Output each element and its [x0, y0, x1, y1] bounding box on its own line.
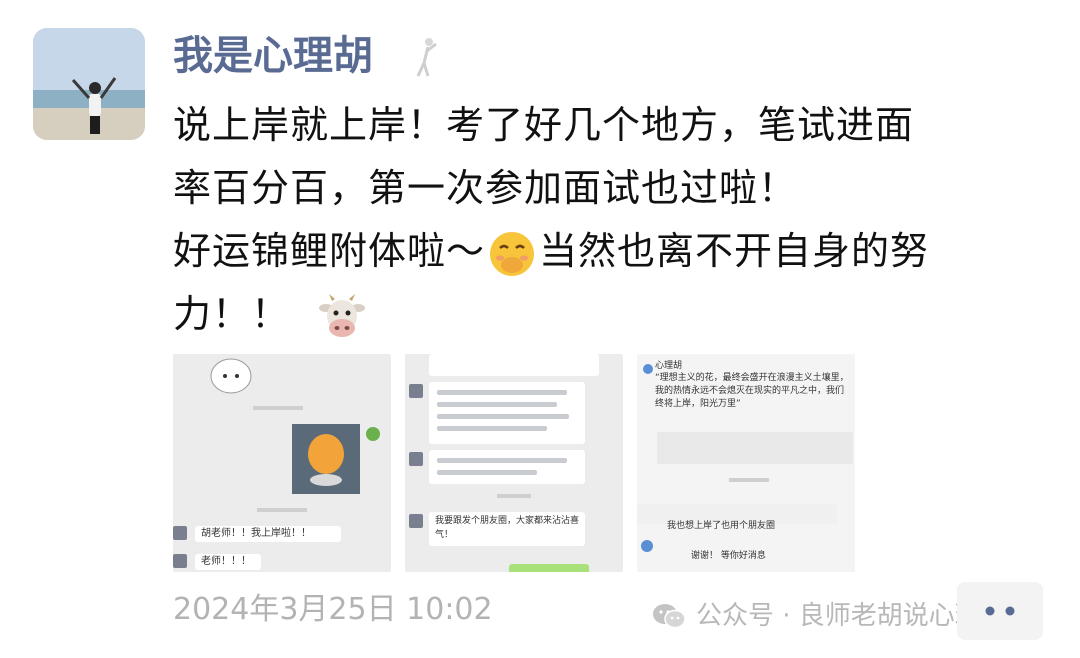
post-line-1: 说上岸就上岸！考了好几个地方，笔试进面	[173, 103, 915, 147]
watermark-text: 公众号 · 良师老胡说心理	[696, 601, 981, 631]
more-dots-icon	[985, 606, 1015, 616]
post-line-3a: 好运锦鲤附体啦～	[173, 229, 486, 273]
chat-sender: 心理胡	[655, 361, 683, 371]
photo-thumbnail-1[interactable]: 胡老师！！我上岸啦！！ 老师！！！	[173, 354, 391, 572]
post-line-4a: 力！！	[173, 292, 291, 336]
post-line-2: 率百分百，第一次参加面试也过啦！	[173, 166, 798, 210]
chat-bubble: 老师！！！	[195, 554, 261, 570]
chat-avatar	[409, 452, 423, 466]
photo-thumbnail-3[interactable]: 心理胡 “理想主义的花，最终会盛开在浪漫主义土壤里，我的热情永远不会熄灭在现实的…	[637, 354, 855, 572]
chat-avatar	[173, 554, 187, 568]
quoted-text: “理想主义的花，最终会盛开在浪漫主义土壤里，我的热情永远不会熄灭在现实的平凡之中…	[655, 373, 849, 409]
chat-message: 我也想上岸了也用个朋友圈	[667, 521, 776, 531]
chat-bubble: 胡老师！！我上岸啦！！	[195, 526, 341, 542]
chat-bubble	[429, 450, 585, 484]
post-line-4: 力！！	[173, 283, 1063, 346]
chat-bubble	[429, 382, 585, 444]
hand-over-mouth-emoji-icon	[490, 231, 535, 276]
watermark: 公众号 · 良师老胡说心理	[652, 596, 981, 636]
more-button[interactable]	[957, 582, 1043, 640]
cow-face-emoji-icon	[319, 293, 366, 337]
chat-avatar	[409, 514, 423, 528]
chat-avatar	[173, 526, 187, 540]
avatar[interactable]	[33, 28, 145, 140]
post-line-3: 好运锦鲤附体啦～ 当然也离不开自身的努	[173, 220, 1063, 283]
photo-thumbnail-2[interactable]: 我要跟发个朋友圈，大家都来沾沾喜气！	[405, 354, 623, 572]
post-timestamp: 2024年3月25日 10:02	[173, 592, 493, 627]
chat-bubble-green	[509, 564, 589, 572]
person-badge-icon	[416, 38, 437, 77]
chat-message: 谢谢！ 等你好消息	[691, 551, 766, 561]
username[interactable]: 我是心理胡	[173, 26, 373, 86]
chat-bubble: 我要跟发个朋友圈，大家都来沾沾喜气！	[429, 512, 585, 546]
avatar-photo	[33, 28, 145, 140]
post-line-3b: 当然也离不开自身的努	[539, 229, 930, 273]
wechat-icon	[653, 604, 686, 629]
post-text: 说上岸就上岸！考了好几个地方，笔试进面 率百分百，第一次参加面试也过啦！ 好运锦…	[173, 94, 1063, 346]
chat-bubble	[429, 354, 599, 376]
chat-avatar	[409, 384, 423, 398]
